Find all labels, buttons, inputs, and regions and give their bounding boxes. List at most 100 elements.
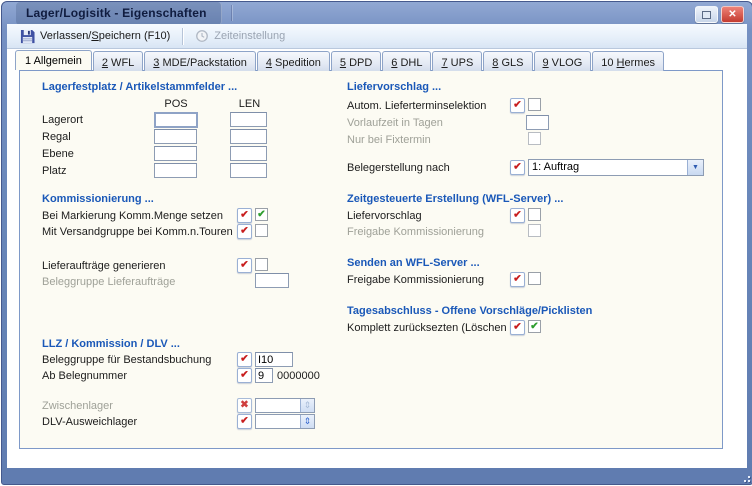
tab-ups[interactable]: 7 UPS bbox=[432, 51, 482, 71]
input-platz-pos[interactable] bbox=[154, 163, 197, 178]
check-icon: ✔ bbox=[530, 322, 538, 332]
text-belegnummer-suffix: 0000000 bbox=[277, 370, 320, 382]
section-title-zeitgesteuerte-erstellung: Zeitgesteuerte Erstellung (WFL-Server) .… bbox=[347, 193, 563, 205]
input-ebene-pos[interactable] bbox=[154, 146, 197, 161]
section-title-llz: LLZ / Kommission / DLV ... bbox=[42, 338, 180, 350]
label-lagerort: Lagerort bbox=[42, 114, 83, 126]
spinner-updown-icon: ⇕ bbox=[300, 399, 314, 412]
label-vorlaufzeit-tagen: Vorlaufzeit in Tagen bbox=[347, 117, 443, 129]
check-icon: ✔ bbox=[257, 210, 265, 220]
field-enabled-icon[interactable]: ✔ bbox=[510, 160, 525, 175]
save-icon bbox=[20, 29, 35, 44]
tab-strip: 1 Allgemein 2 WFL 3 MDE/Packstation 4 Sp… bbox=[15, 51, 665, 71]
field-enabled-icon[interactable]: ✔ bbox=[510, 98, 525, 113]
tab-vlog[interactable]: 9 VLOG bbox=[534, 51, 592, 71]
titlebar: Lager/Logisitk - Eigenschaften ✕ bbox=[2, 2, 752, 24]
spinner-dlv-ausweichlager[interactable]: ⇕ bbox=[255, 414, 315, 429]
toolbar-separator bbox=[182, 28, 183, 45]
label-ebene: Ebene bbox=[42, 148, 74, 160]
tab-gls[interactable]: 8 GLS bbox=[483, 51, 532, 71]
tab-dpd[interactable]: 5 DPD bbox=[331, 51, 381, 71]
checkbox-komplett-zuruecksetzen[interactable]: ✔ bbox=[528, 320, 541, 333]
checkbox-zeit-liefervorschlag[interactable]: ✔ bbox=[528, 208, 541, 221]
time-settings-button: Zeiteinstellung bbox=[187, 26, 293, 46]
input-regal-len[interactable] bbox=[230, 129, 267, 144]
content-area: 1 Allgemein 2 WFL 3 MDE/Packstation 4 Sp… bbox=[7, 49, 747, 468]
clock-icon bbox=[195, 29, 209, 43]
section-title-kommissionierung: Kommissionierung ... bbox=[42, 193, 154, 205]
close-icon: ✕ bbox=[728, 10, 736, 20]
close-button[interactable]: ✕ bbox=[721, 6, 744, 23]
field-enabled-icon[interactable]: ✔ bbox=[237, 224, 252, 239]
input-beleggruppe-bestandsbuchung[interactable] bbox=[255, 352, 293, 367]
tab-spedition[interactable]: 4 Spedition bbox=[257, 51, 330, 71]
label-nur-bei-fixtermin: Nur bei Fixtermin bbox=[347, 134, 431, 146]
input-platz-len[interactable] bbox=[230, 163, 267, 178]
checkbox-senden-freigabe-kommissionierung[interactable]: ✔ bbox=[528, 272, 541, 285]
column-header-len: LEN bbox=[230, 98, 269, 110]
tab-mde-packstation[interactable]: 3 MDE/Packstation bbox=[144, 51, 256, 71]
chevron-down-icon[interactable]: ▼ bbox=[687, 160, 703, 175]
restore-button[interactable] bbox=[695, 6, 718, 23]
label-beleggruppe-bestandsbuchung: Beleggruppe für Bestandsbuchung bbox=[42, 354, 211, 366]
field-enabled-icon[interactable]: ✔ bbox=[510, 272, 525, 287]
checkbox-versandgruppe-touren[interactable]: ✔ bbox=[255, 224, 268, 237]
checkbox-nur-bei-fixtermin: ✔ bbox=[528, 132, 541, 145]
section-title-lagerfestplatz: Lagerfestplatz / Artikelstammfelder ... bbox=[42, 81, 237, 93]
restore-icon bbox=[702, 11, 711, 19]
label-senden-freigabe-kommissionierung: Freigabe Kommissionierung bbox=[347, 274, 484, 286]
app-window: Lager/Logisitk - Eigenschaften ✕ Verlass… bbox=[1, 1, 752, 485]
label-regal: Regal bbox=[42, 131, 71, 143]
dropdown-belegerstellung-nach[interactable]: 1: Auftrag ▼ bbox=[528, 159, 704, 176]
tab-wfl[interactable]: 2 WFL bbox=[93, 51, 143, 71]
tab-hermes[interactable]: 10 Hermes bbox=[592, 51, 664, 71]
save-exit-button[interactable]: Verlassen/Speichern (F10) bbox=[12, 26, 178, 47]
label-lieferauftraege-generieren: Lieferaufträge generieren bbox=[42, 260, 166, 272]
field-enabled-icon[interactable]: ✔ bbox=[237, 208, 252, 223]
label-ab-belegnummer: Ab Belegnummer bbox=[42, 370, 127, 382]
input-beleggruppe-lieferauftraege bbox=[255, 273, 289, 288]
section-title-liefervorschlag: Liefervorschlag ... bbox=[347, 81, 441, 93]
tab-dhl[interactable]: 6 DHL bbox=[382, 51, 431, 71]
label-zeit-freigabe-kommissionierung: Freigabe Kommissionierung bbox=[347, 226, 484, 238]
label-dlv-ausweichlager: DLV-Ausweichlager bbox=[42, 416, 137, 428]
section-title-senden-wfl-server: Senden an WFL-Server ... bbox=[347, 257, 480, 269]
label-versandgruppe-touren: Mit Versandgruppe bei Komm.n.Touren bbox=[42, 226, 233, 238]
spinner-updown-icon[interactable]: ⇕ bbox=[300, 415, 314, 428]
toolbar: Verlassen/Speichern (F10) Zeiteinstellun… bbox=[7, 24, 747, 49]
checkbox-komm-menge-setzen[interactable]: ✔ bbox=[255, 208, 268, 221]
tab-allgemein[interactable]: 1 Allgemein bbox=[15, 50, 92, 70]
field-enabled-icon[interactable]: ✔ bbox=[510, 208, 525, 223]
field-enabled-icon[interactable]: ✔ bbox=[237, 258, 252, 273]
resize-grip[interactable] bbox=[740, 472, 750, 482]
column-header-pos: POS bbox=[154, 98, 198, 110]
section-title-tagesabschluss: Tagesabschluss - Offene Vorschläge/Pickl… bbox=[347, 305, 592, 317]
label-komm-menge-setzen: Bei Markierung Komm.Menge setzen bbox=[42, 210, 223, 222]
titlebar-divider bbox=[232, 5, 233, 21]
input-lagerort-pos[interactable] bbox=[154, 112, 198, 128]
input-ab-belegnummer[interactable] bbox=[255, 368, 273, 383]
field-enabled-icon[interactable]: ✔ bbox=[237, 368, 252, 383]
label-zeit-liefervorschlag: Liefervorschlag bbox=[347, 210, 422, 222]
field-enabled-icon[interactable]: ✔ bbox=[237, 352, 252, 367]
checkbox-autom-lieferterminselektion[interactable]: ✔ bbox=[528, 98, 541, 111]
label-zwischenlager: Zwischenlager bbox=[42, 400, 113, 412]
input-vorlaufzeit-tagen bbox=[526, 115, 549, 130]
checkbox-zeit-freigabe-kommissionierung: ✔ bbox=[528, 224, 541, 237]
window-title: Lager/Logisitk - Eigenschaften bbox=[26, 6, 207, 20]
field-enabled-icon[interactable]: ✔ bbox=[510, 320, 525, 335]
input-regal-pos[interactable] bbox=[154, 129, 197, 144]
label-platz: Platz bbox=[42, 165, 66, 177]
field-enabled-icon[interactable]: ✔ bbox=[237, 414, 252, 429]
checkbox-lieferauftraege-generieren[interactable]: ✔ bbox=[255, 258, 268, 271]
input-ebene-len[interactable] bbox=[230, 146, 267, 161]
label-belegerstellung-nach: Belegerstellung nach bbox=[347, 162, 450, 174]
field-disabled-icon[interactable]: ✖ bbox=[237, 398, 252, 413]
spinner-zwischenlager: ⇕ bbox=[255, 398, 315, 413]
title-plate: Lager/Logisitk - Eigenschaften bbox=[16, 2, 222, 25]
label-autom-lieferterminselektion: Autom. Lieferterminselektion bbox=[347, 100, 486, 112]
tab-page-allgemein: Lagerfestplatz / Artikelstammfelder ... … bbox=[19, 70, 723, 449]
label-beleggruppe-lieferauftraege: Beleggruppe Lieferaufträge bbox=[42, 276, 175, 288]
dropdown-selected-value: 1: Auftrag bbox=[529, 160, 687, 175]
input-lagerort-len[interactable] bbox=[230, 112, 267, 127]
